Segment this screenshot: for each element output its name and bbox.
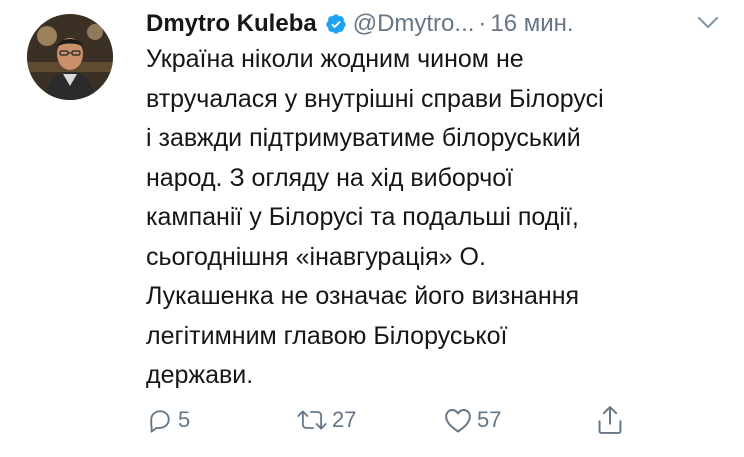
tweet-line: народ. З огляду на хід виборчої <box>146 163 514 192</box>
handle[interactable]: @Dmytro... <box>353 6 475 42</box>
separator-dot: · <box>478 10 487 37</box>
tweet-header: Dmytro Kuleba @Dmytro... · 16 мин. <box>146 6 574 42</box>
retweet-count: 27 <box>332 407 357 432</box>
timestamp[interactable]: 16 мин. <box>490 6 573 42</box>
tweet[interactable]: Dmytro Kuleba @Dmytro... · 16 мин. Украї… <box>0 0 744 457</box>
share-button[interactable] <box>595 400 625 440</box>
tweet-line: легітимним главою Білоруської <box>146 321 508 350</box>
share-icon <box>598 406 622 434</box>
verified-badge-icon <box>326 14 346 34</box>
tweet-text: Україна ніколи жодним чином не втручалас… <box>146 40 726 396</box>
tweet-line: втручалася у внутрішні справи Білорусі <box>146 84 604 113</box>
tweet-line: сьогоднішня «інавгурація» О. <box>146 242 486 271</box>
tweet-line: кампанії у Білорусі та подальші події, <box>146 203 579 231</box>
retweet-icon <box>297 410 327 430</box>
display-name[interactable]: Dmytro Kuleba <box>146 6 317 42</box>
profile-photo-icon <box>27 14 113 100</box>
tweet-line: Лукашенка не означає його визнання <box>146 282 580 310</box>
tweet-line: держави. <box>146 361 254 389</box>
chevron-down-icon[interactable] <box>696 13 720 33</box>
like-count: 57 <box>477 407 502 432</box>
avatar[interactable] <box>27 14 113 100</box>
retweet-button[interactable]: 27 <box>296 400 356 440</box>
like-button[interactable]: 57 <box>443 400 501 440</box>
tweet-line: Україна ніколи жодним чином не <box>146 45 524 73</box>
reply-count: 5 <box>178 407 191 432</box>
reply-icon <box>150 410 170 433</box>
tweet-line: і завжди підтримуватиме білоруський <box>146 124 581 152</box>
reply-button[interactable]: 5 <box>146 400 190 440</box>
tweet-actions: 5 27 57 <box>146 400 726 440</box>
heart-icon <box>445 409 471 433</box>
